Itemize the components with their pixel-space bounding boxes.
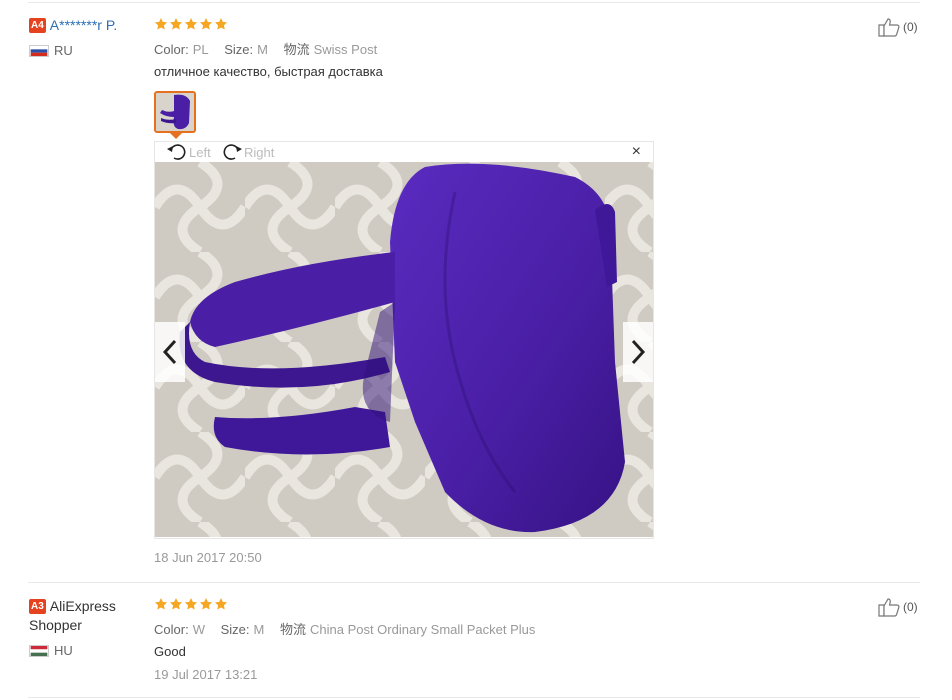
helpful-vote[interactable]: (0) xyxy=(878,17,918,37)
color-value: W xyxy=(192,622,205,637)
level-badge: A4 xyxy=(29,18,46,33)
country-code: HU xyxy=(54,643,73,658)
size-value: M xyxy=(257,42,268,57)
viewer-toolbar: Left Right × xyxy=(155,142,653,162)
rotate-left-button[interactable]: Left xyxy=(165,142,211,162)
thumbs-up-icon xyxy=(878,17,900,37)
star-rating xyxy=(154,17,228,31)
color-value: PL xyxy=(192,42,209,57)
photo-viewer: Left Right × xyxy=(154,141,654,539)
star-icon xyxy=(154,17,168,31)
logistics-label: 物流 xyxy=(283,42,310,57)
top-divider xyxy=(28,2,920,3)
review-divider xyxy=(28,582,920,583)
color-label: Color: xyxy=(154,42,189,57)
helpful-count: (0) xyxy=(903,20,918,34)
reviewer-country: RU xyxy=(29,43,147,58)
rotate-left-label: Left xyxy=(189,144,211,160)
review-photo-thumbnail[interactable] xyxy=(154,91,196,133)
star-icon xyxy=(169,597,183,611)
review-text: Good xyxy=(154,644,186,659)
thumbnail-image xyxy=(156,93,194,131)
country-code: RU xyxy=(54,43,73,58)
star-rating xyxy=(154,597,228,611)
star-icon xyxy=(214,597,228,611)
size-label: Size: xyxy=(220,622,250,637)
review-date: 19 Jul 2017 13:21 xyxy=(154,667,258,682)
size-value: M xyxy=(253,622,265,637)
logistics-label: 物流 xyxy=(279,622,306,637)
chevron-left-icon xyxy=(162,339,177,365)
rotate-right-button[interactable]: Right xyxy=(220,142,274,162)
order-attributes: Color: W Size: M 物流 China Post Ordinary Sma… xyxy=(154,619,547,638)
rotate-right-icon xyxy=(223,144,242,160)
star-icon xyxy=(154,597,168,611)
rotate-left-icon xyxy=(167,144,186,160)
hu-flag-icon xyxy=(29,644,49,657)
close-viewer-button[interactable]: × xyxy=(632,144,641,160)
helpful-count: (0) xyxy=(903,600,918,614)
rotate-right-label: Right xyxy=(244,144,275,160)
ru-flag-icon xyxy=(29,44,49,57)
level-badge: A3 xyxy=(29,599,46,614)
garment-photo-image xyxy=(155,162,653,537)
order-attributes: Color: PL Size: M 物流 Swiss Post xyxy=(154,39,389,58)
star-icon xyxy=(184,597,198,611)
reviewer-info: A3 AliExpress Shopper HU xyxy=(29,597,147,658)
review-date: 18 Jun 2017 20:50 xyxy=(154,550,262,565)
star-icon xyxy=(199,17,213,31)
next-photo-button[interactable] xyxy=(623,322,653,382)
thumbs-up-icon xyxy=(878,597,900,617)
thumbnail-pointer xyxy=(170,133,182,139)
review-text: отличное качество, быстрая доставка xyxy=(154,64,383,79)
star-icon xyxy=(199,597,213,611)
size-label: Size: xyxy=(224,42,254,57)
color-label: Color: xyxy=(154,622,189,637)
helpful-vote[interactable]: (0) xyxy=(878,597,918,617)
star-icon xyxy=(214,17,228,31)
reviewer-country: HU xyxy=(29,643,147,658)
reviewer-info: A4 A*******r P. RU xyxy=(29,16,147,58)
star-icon xyxy=(169,17,183,31)
previous-photo-button[interactable] xyxy=(155,322,185,382)
logistics-value: China Post Ordinary Small Packet Plus xyxy=(309,622,536,637)
chevron-right-icon xyxy=(631,339,646,365)
bottom-divider xyxy=(28,697,920,698)
reviewer-name[interactable]: A*******r P. xyxy=(50,17,117,33)
review-photo xyxy=(155,162,653,537)
star-icon xyxy=(184,17,198,31)
logistics-value: Swiss Post xyxy=(313,42,378,57)
